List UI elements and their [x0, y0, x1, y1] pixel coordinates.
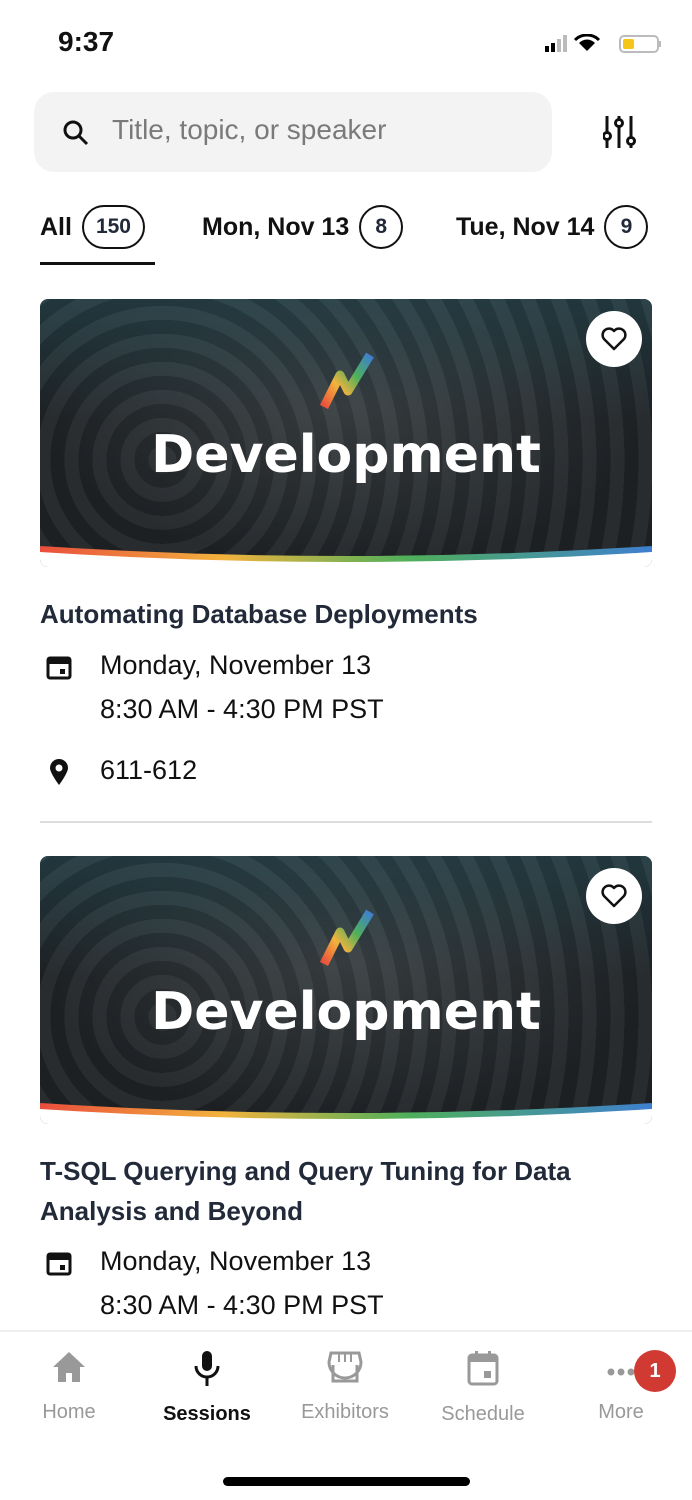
favorite-button[interactable] — [586, 311, 642, 367]
calendar-icon — [467, 1351, 499, 1386]
count-badge: 150 — [81, 205, 145, 249]
nav-label: Exhibitors — [301, 1401, 389, 1423]
session-time: 8:30 AM - 4:30 PM PST — [100, 1290, 384, 1320]
logo-icon — [319, 352, 374, 410]
tab-all[interactable]: All 150 — [40, 204, 145, 250]
heart-icon — [601, 884, 627, 908]
nav-label: Home — [42, 1401, 96, 1423]
nav-label: Sessions — [163, 1403, 251, 1425]
status-icons — [545, 34, 661, 53]
filter-icon[interactable] — [603, 114, 637, 150]
tab-tue-nov-14[interactable]: Tue, Nov 14 9 — [456, 204, 649, 250]
session-title[interactable]: T-SQL Querying and Query Tuning for Data… — [40, 1151, 660, 1231]
search-input[interactable]: Title, topic, or speaker — [34, 92, 552, 172]
session-location: 611-612 — [100, 755, 198, 785]
session-title[interactable]: Automating Database Deployments — [40, 594, 660, 634]
nav-label: More — [598, 1401, 644, 1423]
status-time: 9:37 — [58, 26, 115, 57]
storefront-icon — [327, 1351, 363, 1383]
microphone-icon — [194, 1351, 220, 1386]
session-time: 8:30 AM - 4:30 PM PST — [100, 694, 384, 724]
favorite-button[interactable] — [586, 868, 642, 924]
session-banner[interactable]: Development — [40, 856, 652, 1124]
nav-schedule[interactable]: Schedule — [414, 1350, 552, 1426]
nav-label: Schedule — [441, 1403, 525, 1425]
logo-icon — [319, 909, 374, 967]
session-banner[interactable]: Development — [40, 299, 652, 567]
bottom-tab-bar: Home Sessions Exhibitors Schedule More — [0, 1330, 692, 1500]
tab-label: All — [40, 212, 72, 241]
nav-sessions[interactable]: Sessions — [138, 1350, 276, 1426]
tab-label: Tue, Nov 14 — [456, 212, 595, 241]
calendar-icon — [46, 656, 72, 680]
search-placeholder: Title, topic, or speaker — [112, 114, 387, 145]
count-badge: 9 — [604, 205, 649, 249]
home-icon — [53, 1352, 85, 1382]
location-pin-icon — [50, 759, 68, 785]
banner-title: Development — [151, 425, 541, 485]
session-date: Monday, November 13 — [100, 650, 372, 680]
notification-badge: 1 — [634, 1350, 676, 1392]
nav-exhibitors[interactable]: Exhibitors — [276, 1350, 414, 1424]
divider — [40, 821, 652, 823]
heart-icon — [601, 327, 627, 351]
nav-home[interactable]: Home — [0, 1350, 138, 1424]
calendar-icon — [46, 1252, 72, 1276]
banner-title: Development — [151, 982, 541, 1042]
tab-mon-nov-13[interactable]: Mon, Nov 13 8 — [202, 204, 404, 250]
home-indicator — [223, 1477, 470, 1486]
active-tab-indicator — [40, 262, 155, 265]
count-badge: 8 — [359, 205, 404, 249]
search-icon — [63, 120, 89, 146]
tab-label: Mon, Nov 13 — [202, 212, 350, 241]
session-date: Monday, November 13 — [100, 1246, 372, 1276]
